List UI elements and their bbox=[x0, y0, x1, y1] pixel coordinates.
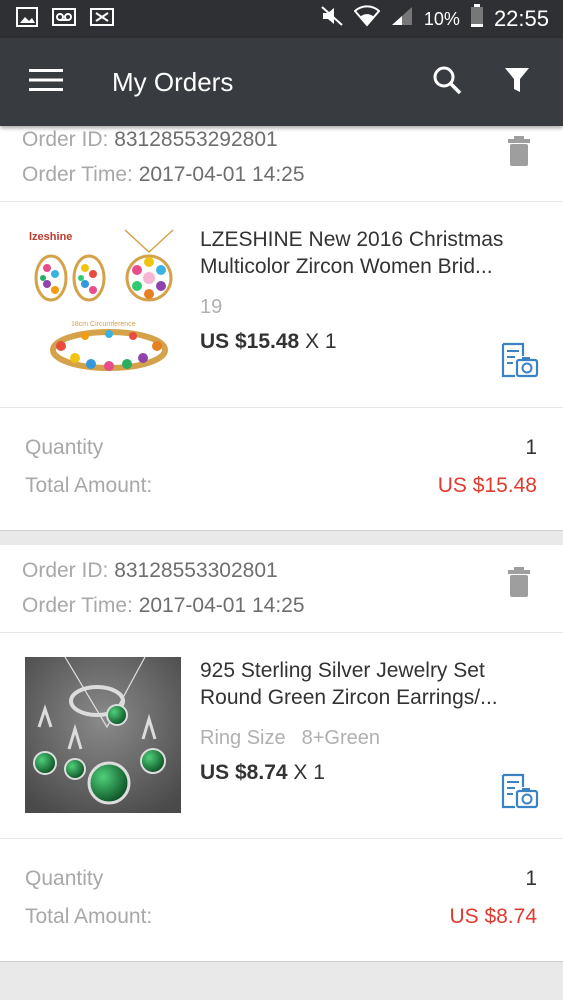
order-id-value: 83128553302801 bbox=[114, 559, 278, 582]
app-bar: My Orders bbox=[0, 38, 563, 126]
snapshot-icon bbox=[501, 773, 539, 813]
order-product[interactable]: lzeshine 18cm Circumference LZESHINE New… bbox=[0, 202, 563, 408]
search-button[interactable] bbox=[423, 58, 471, 106]
product-image[interactable] bbox=[25, 656, 181, 813]
total-row: Total Amount: US $15.48 bbox=[25, 474, 537, 498]
order-time-line: Order Time: 2017-04-01 14:25 bbox=[22, 157, 541, 192]
delete-order-button[interactable] bbox=[507, 136, 531, 171]
total-value: US $8.74 bbox=[449, 905, 537, 928]
status-bar: 10% 22:55 bbox=[0, 0, 563, 38]
order-id-line: Order ID: 83128553302801 bbox=[22, 553, 541, 588]
total-label: Total Amount: bbox=[25, 905, 153, 928]
order-time-label: Order Time: bbox=[22, 594, 139, 617]
battery-icon bbox=[470, 4, 484, 34]
product-attribute: 19 bbox=[200, 294, 543, 320]
image-icon bbox=[16, 6, 38, 32]
product-title-line1: LZESHINE New 2016 Christmas bbox=[200, 228, 504, 251]
filter-icon bbox=[504, 66, 530, 99]
order-header: Order ID: 83128553302801 Order Time: 201… bbox=[0, 545, 563, 633]
quantity-label: Quantity bbox=[25, 436, 104, 459]
unit-price: US $8.74 bbox=[200, 761, 288, 784]
order-time-value: 2017-04-01 14:25 bbox=[138, 594, 305, 617]
signal-icon bbox=[390, 5, 414, 33]
menu-button[interactable] bbox=[24, 60, 68, 104]
filter-button[interactable] bbox=[493, 58, 541, 106]
attribute-value: 8+Green bbox=[301, 727, 380, 749]
page-title: My Orders bbox=[112, 66, 234, 97]
price-multiplier: X 1 bbox=[293, 761, 325, 784]
mute-icon bbox=[320, 5, 344, 33]
product-title-line2: Round Green Zircon Earrings/... bbox=[200, 686, 498, 709]
voicemail-icon bbox=[52, 7, 76, 32]
order-time-value: 2017-04-01 14:25 bbox=[138, 163, 305, 186]
product-title-line2: Multicolor Zircon Women Brid... bbox=[200, 255, 493, 278]
trash-icon bbox=[507, 136, 531, 170]
menu-icon bbox=[29, 68, 63, 97]
total-label: Total Amount: bbox=[25, 474, 153, 497]
order-id-value: 83128553292801 bbox=[114, 128, 278, 151]
product-info: LZESHINE New 2016 Christmas Multicolor Z… bbox=[200, 226, 543, 354]
quantity-value: 1 bbox=[525, 867, 537, 890]
quantity-row: Quantity 1 bbox=[25, 867, 537, 891]
order-card: Order ID: 83128553302801 Order Time: 201… bbox=[0, 545, 563, 961]
unit-price: US $15.48 bbox=[200, 330, 300, 353]
total-row: Total Amount: US $8.74 bbox=[25, 905, 537, 929]
orders-list[interactable]: Order ID: 83128553292801 Order Time: 201… bbox=[0, 126, 563, 1000]
attribute-label: Ring Size bbox=[200, 727, 286, 749]
product-price: US $15.48 X 1 bbox=[200, 330, 543, 354]
order-id-label: Order ID: bbox=[22, 559, 115, 582]
product-title-line1: 925 Sterling Silver Jewelry Set bbox=[200, 659, 485, 682]
order-time-label: Order Time: bbox=[22, 163, 139, 186]
product-image[interactable]: lzeshine 18cm Circumference bbox=[25, 226, 181, 382]
price-multiplier: X 1 bbox=[305, 330, 337, 353]
product-price: US $8.74 X 1 bbox=[200, 761, 543, 785]
product-info: 925 Sterling Silver Jewelry Set Round Gr… bbox=[200, 657, 543, 785]
snapshot-icon bbox=[501, 342, 539, 382]
order-summary: Quantity 1 Total Amount: US $8.74 bbox=[0, 839, 563, 961]
order-product[interactable]: 925 Sterling Silver Jewelry Set Round Gr… bbox=[0, 633, 563, 839]
snapshot-button[interactable] bbox=[501, 773, 539, 814]
image-brand-text: lzeshine bbox=[29, 231, 72, 243]
order-card: Order ID: 83128553292801 Order Time: 201… bbox=[0, 126, 563, 530]
quantity-row: Quantity 1 bbox=[25, 436, 537, 460]
card-divider bbox=[0, 961, 563, 976]
product-attribute: Ring Size 8+Green bbox=[200, 725, 543, 751]
card-divider bbox=[0, 530, 563, 545]
order-id-line: Order ID: 83128553292801 bbox=[22, 126, 541, 157]
quantity-label: Quantity bbox=[25, 867, 104, 890]
battery-percent: 10% bbox=[423, 8, 460, 29]
wifi-icon bbox=[353, 5, 381, 33]
quantity-value: 1 bbox=[525, 436, 537, 459]
product-title[interactable]: LZESHINE New 2016 Christmas Multicolor Z… bbox=[200, 226, 543, 280]
trash-icon bbox=[507, 567, 531, 601]
clock: 22:55 bbox=[493, 6, 549, 31]
total-value: US $15.48 bbox=[437, 474, 537, 497]
product-title[interactable]: 925 Sterling Silver Jewelry Set Round Gr… bbox=[200, 657, 543, 711]
order-header: Order ID: 83128553292801 Order Time: 201… bbox=[0, 126, 563, 202]
order-id-label: Order ID: bbox=[22, 128, 115, 151]
image-caption: 18cm Circumference bbox=[71, 321, 136, 328]
delete-order-button[interactable] bbox=[507, 567, 531, 602]
snapshot-button[interactable] bbox=[501, 342, 539, 383]
order-time-line: Order Time: 2017-04-01 14:25 bbox=[22, 588, 541, 623]
attribute-value: 19 bbox=[200, 296, 223, 318]
order-summary: Quantity 1 Total Amount: US $15.48 bbox=[0, 408, 563, 530]
search-icon bbox=[432, 65, 462, 100]
close-box-icon bbox=[90, 7, 114, 32]
